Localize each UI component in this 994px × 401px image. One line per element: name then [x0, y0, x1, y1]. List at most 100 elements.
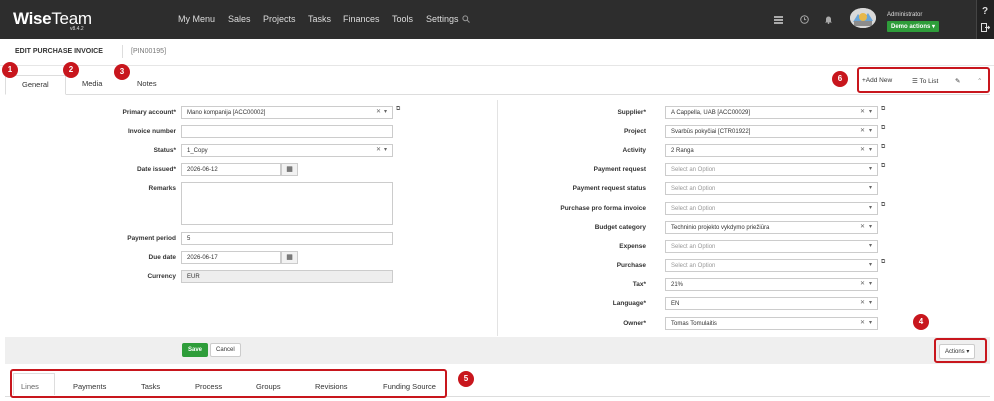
- activity-select[interactable]: 2 Ranga: [665, 144, 878, 157]
- budget-category-select[interactable]: Techninio projekto vykdymo priežiūra: [665, 221, 878, 234]
- chevron-down-icon[interactable]: ▾: [869, 261, 872, 268]
- pencil-icon[interactable]: ✎: [955, 77, 960, 85]
- clear-icon[interactable]: ✕: [860, 280, 865, 287]
- clear-icon[interactable]: ✕: [860, 108, 865, 115]
- tab-lines[interactable]: Lines: [21, 382, 39, 391]
- tab-general[interactable]: General: [5, 75, 66, 95]
- label-purchase-pro-forma: Purchase pro forma invoice: [560, 205, 646, 212]
- label-payment-request-status: Payment request status: [572, 185, 646, 192]
- payment-request-select[interactable]: Select an Option: [665, 163, 878, 176]
- primary-account-select[interactable]: Mano kompanija [ACC00002]: [181, 106, 393, 119]
- search-icon[interactable]: [462, 15, 470, 25]
- bell-icon[interactable]: [824, 15, 833, 26]
- external-link-icon[interactable]: ⧉: [396, 106, 400, 113]
- tax-select[interactable]: 21%: [665, 278, 878, 291]
- nav-tools[interactable]: Tools: [392, 14, 413, 24]
- language-select[interactable]: EN: [665, 297, 878, 310]
- record-pin: [PIN00195]: [122, 45, 174, 58]
- nav-sales[interactable]: Sales: [228, 14, 251, 24]
- chevron-down-icon[interactable]: ▾: [869, 280, 872, 287]
- tab-revisions[interactable]: Revisions: [315, 382, 348, 391]
- external-link-icon[interactable]: ⧉: [881, 202, 885, 209]
- label-project: Project: [623, 128, 646, 135]
- collapse-icon[interactable]: ⌃: [977, 77, 982, 85]
- to-list-button[interactable]: ☰ To List: [912, 77, 938, 85]
- label-due-date: Due date: [148, 254, 176, 261]
- payment-period-input[interactable]: 5: [181, 232, 393, 245]
- add-new-button[interactable]: +Add New: [862, 77, 892, 84]
- payment-request-status-select[interactable]: Select an Option: [665, 182, 878, 195]
- external-link-icon[interactable]: ⧉: [881, 125, 885, 132]
- external-link-icon[interactable]: ⧉: [881, 106, 885, 113]
- label-supplier: Supplier*: [617, 109, 646, 116]
- expense-select[interactable]: Select an Option: [665, 240, 878, 253]
- currency-field: EUR: [181, 270, 393, 283]
- pro-forma-select[interactable]: Select an Option: [665, 202, 878, 215]
- tab-payments[interactable]: Payments: [73, 382, 106, 391]
- nav-my-menu[interactable]: My Menu: [178, 14, 215, 24]
- external-link-icon[interactable]: ⧉: [881, 144, 885, 151]
- label-expense: Expense: [619, 243, 646, 250]
- chevron-down-icon[interactable]: ▾: [869, 165, 872, 172]
- date-issued-input[interactable]: 2026-06-12: [181, 163, 281, 176]
- tab-groups[interactable]: Groups: [256, 382, 281, 391]
- chevron-down-icon[interactable]: ▾: [869, 319, 872, 326]
- tab-media[interactable]: Media: [66, 75, 118, 95]
- chevron-down-icon[interactable]: ▾: [869, 223, 872, 230]
- chevron-down-icon[interactable]: ▾: [384, 146, 387, 153]
- clear-icon[interactable]: ✕: [376, 108, 381, 115]
- top-navigation-bar: [0, 0, 994, 39]
- external-link-icon[interactable]: ⧉: [881, 259, 885, 266]
- chevron-down-icon[interactable]: ▾: [384, 108, 387, 115]
- tab-funding-source[interactable]: Funding Source: [383, 382, 436, 391]
- tab-process[interactable]: Process: [195, 382, 222, 391]
- chevron-down-icon[interactable]: ▾: [869, 184, 872, 191]
- nav-tasks[interactable]: Tasks: [308, 14, 331, 24]
- external-link-icon[interactable]: ⧉: [881, 163, 885, 170]
- nav-projects[interactable]: Projects: [263, 14, 296, 24]
- tab-tasks[interactable]: Tasks: [141, 382, 160, 391]
- save-button[interactable]: Save: [182, 343, 209, 357]
- label-language: Language*: [612, 300, 646, 307]
- status-select[interactable]: 1_Copy: [181, 144, 393, 157]
- chevron-down-icon[interactable]: ▾: [869, 299, 872, 306]
- chevron-down-icon[interactable]: ▾: [869, 108, 872, 115]
- chevron-down-icon[interactable]: ▾: [869, 127, 872, 134]
- clear-icon[interactable]: ✕: [860, 223, 865, 230]
- supplier-select[interactable]: A Cappella, UAB [ACC00029]: [665, 106, 878, 119]
- chevron-down-icon[interactable]: ▾: [869, 242, 872, 249]
- label-invoice-number: Invoice number: [127, 128, 176, 135]
- app-version: v8.4.2: [70, 26, 84, 32]
- clock-icon[interactable]: [800, 15, 809, 26]
- cancel-button[interactable]: Cancel: [210, 343, 241, 357]
- clear-icon[interactable]: ✕: [860, 299, 865, 306]
- owner-select[interactable]: Tomas Tomulaitis: [665, 317, 878, 330]
- calendar-icon[interactable]: ▦: [281, 163, 298, 176]
- clear-icon[interactable]: ✕: [860, 319, 865, 326]
- chevron-down-icon[interactable]: ▾: [869, 204, 872, 211]
- due-date-input[interactable]: 2026-06-17: [181, 251, 281, 264]
- nav-finances[interactable]: Finances: [343, 14, 380, 24]
- list-icon: ☰: [912, 78, 920, 85]
- clear-icon[interactable]: ✕: [860, 146, 865, 153]
- label-budget-category: Budget category: [594, 224, 646, 231]
- chevron-down-icon[interactable]: ▾: [869, 146, 872, 153]
- calendar-icon[interactable]: ▦: [281, 251, 298, 264]
- project-select[interactable]: Svarbūs pokyčiai [CTR01922]: [665, 125, 878, 138]
- actions-dropdown-button[interactable]: Actions ▾: [939, 344, 976, 359]
- demo-actions-button[interactable]: Demo actions ▾: [887, 21, 940, 32]
- tab-notes[interactable]: Notes: [121, 75, 173, 95]
- nav-settings[interactable]: Settings: [426, 14, 459, 24]
- logout-icon[interactable]: [981, 23, 991, 34]
- label-primary-account: Primary account*: [122, 109, 176, 116]
- purchase-select[interactable]: Select an Option: [665, 259, 878, 272]
- remarks-textarea[interactable]: [181, 182, 393, 225]
- help-icon[interactable]: ?: [982, 6, 988, 17]
- label-status: Status*: [153, 147, 176, 154]
- clear-icon[interactable]: ✕: [376, 146, 381, 153]
- list-icon[interactable]: [774, 16, 783, 26]
- invoice-number-input[interactable]: [181, 125, 393, 138]
- avatar[interactable]: [850, 8, 876, 28]
- annotation-badge-5: 5: [458, 371, 474, 387]
- clear-icon[interactable]: ✕: [860, 127, 865, 134]
